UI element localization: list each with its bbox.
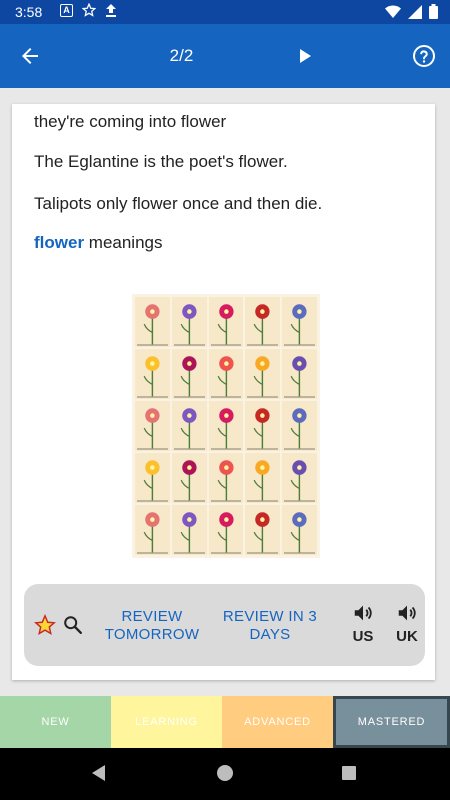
search-button[interactable] [62, 614, 84, 636]
flower-plate [208, 297, 244, 347]
flower-plate [171, 349, 207, 399]
star-outline-icon [82, 3, 96, 17]
battery-icon [429, 4, 438, 19]
flower-plate [171, 297, 207, 347]
app-bar: 2/2 [0, 24, 450, 88]
search-icon [64, 616, 82, 634]
pronounce-uk-button[interactable]: UK [390, 602, 424, 645]
flower-plate [171, 505, 207, 555]
star-icon [34, 613, 56, 636]
nav-back-icon[interactable] [90, 764, 108, 782]
flower-plate [282, 453, 317, 503]
flower-plate [135, 297, 170, 347]
flower-plate [245, 401, 281, 451]
nav-recents-icon[interactable] [342, 766, 356, 780]
upload-icon [106, 4, 116, 17]
wifi-icon [385, 5, 401, 18]
meanings-suffix: meanings [84, 233, 163, 252]
sound-us-label: US [352, 628, 374, 645]
signal-icon [408, 4, 422, 19]
flower-plate [171, 401, 207, 451]
status-system-icons [385, 4, 438, 19]
flower-plate [245, 505, 281, 555]
meanings-word: flower [34, 233, 85, 252]
review-three-days-button[interactable]: REVIEW IN 3 DAYS [222, 608, 318, 644]
flower-plate [282, 401, 317, 451]
status-bar: 3:58 A [0, 0, 450, 24]
status-time: 3:58 [15, 4, 43, 20]
play-button[interactable] [293, 44, 317, 68]
flower-plate [135, 349, 170, 399]
example-sentence: The Eglantine is the poet's flower. [34, 152, 288, 171]
example-sentence: they're coming into flower [34, 112, 227, 131]
flower-chart-image[interactable] [132, 294, 320, 558]
flower-plate [171, 453, 207, 503]
help-circle-icon [413, 45, 435, 67]
example-sentence: Talipots only flower once and then die. [34, 194, 323, 213]
flower-plate [208, 349, 244, 399]
level-tabs: NEW LEARNING ADVANCED MASTERED [0, 696, 450, 748]
flower-plate [245, 297, 281, 347]
tab-mastered[interactable]: MASTERED [333, 696, 450, 748]
tab-new[interactable]: NEW [0, 696, 111, 748]
font-icon: A [60, 3, 73, 17]
flower-plate [282, 349, 317, 399]
review-tomorrow-button[interactable]: REVIEW TOMORROW [102, 608, 202, 644]
help-button[interactable] [412, 44, 436, 68]
play-icon [300, 49, 311, 63]
flower-plate [245, 349, 281, 399]
tab-advanced[interactable]: ADVANCED [222, 696, 333, 748]
volume-icon [398, 605, 416, 621]
meanings-link[interactable]: flower meanings [34, 233, 163, 253]
pronounce-us-button[interactable]: US [346, 602, 380, 645]
favorite-button[interactable] [34, 613, 56, 636]
volume-icon [354, 605, 372, 621]
flower-plate [282, 297, 317, 347]
sound-uk-label: UK [396, 628, 418, 645]
action-bar: REVIEW TOMORROW REVIEW IN 3 DAYS US UK [24, 584, 425, 666]
flower-plate [135, 401, 170, 451]
flower-plate [135, 505, 170, 555]
flower-plate [282, 505, 317, 555]
flower-plate [208, 401, 244, 451]
status-notification-icons: A [60, 3, 117, 17]
flower-plate [208, 505, 244, 555]
nav-home-icon[interactable] [217, 765, 233, 781]
flower-plate [245, 453, 281, 503]
flower-plate [135, 453, 170, 503]
tab-learning[interactable]: LEARNING [111, 696, 222, 748]
flower-plate [208, 453, 244, 503]
system-nav-bar [0, 748, 450, 800]
word-card: they're coming into flower The Eglantine… [12, 104, 435, 680]
